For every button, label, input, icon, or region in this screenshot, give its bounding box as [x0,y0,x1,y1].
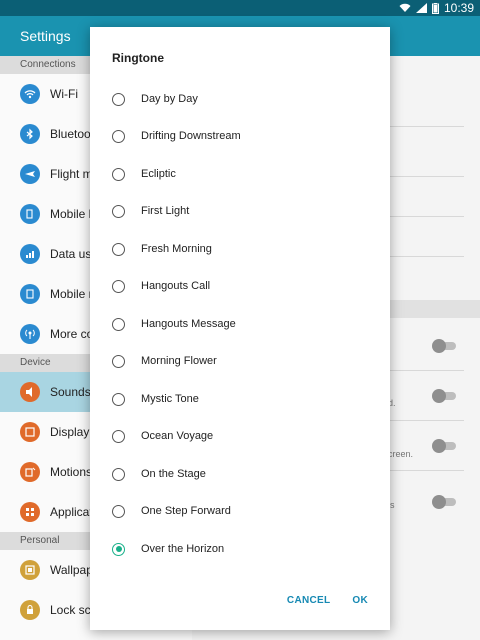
cancel-button[interactable]: CANCEL [287,595,330,606]
ringtone-option-label: Day by Day [141,93,198,105]
ringtone-option[interactable]: Day by Day [112,84,372,114]
radio-button[interactable] [112,204,125,218]
settings-item-label: Motions [50,465,93,479]
ringtone-option-label: Hangouts Call [141,280,211,292]
app-title: Settings [20,28,71,44]
more-connections-icon [20,324,40,344]
ringtone-option-label: One Step Forward [141,505,231,517]
settings-item-label: Wi-Fi [50,87,78,101]
radio-button[interactable] [112,279,125,293]
battery-icon [431,2,439,14]
ringtone-option[interactable]: Morning Flower [112,346,372,376]
ringtone-option-selected[interactable]: Over the Horizon [112,534,372,564]
settings-item-label: Flight m [50,167,93,181]
settings-item-label: More co [50,327,94,341]
ringtone-option[interactable]: On the Stage [112,459,372,489]
ringtone-option-label: Morning Flower [141,355,217,367]
radio-button[interactable] [112,467,125,481]
wifi-icon [20,84,40,104]
settings-item-label: Lock scr [50,603,95,617]
ringtone-option-label: Ocean Voyage [141,430,214,442]
lock-icon [20,600,40,620]
toggle-switch[interactable] [432,495,456,509]
dialog-title: Ringtone [112,51,164,65]
ringtone-option-label: Hangouts Message [141,318,236,330]
radio-button[interactable] [112,504,125,518]
settings-item-label: Display [50,425,90,439]
settings-item-label: Mobile h [50,207,96,221]
toggle-switch[interactable] [432,439,456,453]
toggle-switch[interactable] [432,339,456,353]
mobile-networks-icon [20,284,40,304]
ringtone-option[interactable]: Drifting Downstream [112,121,372,151]
radio-button-selected[interactable] [112,542,125,556]
ringtone-option[interactable]: Fresh Morning [112,234,372,264]
airplane-icon [20,164,40,184]
motions-icon [20,462,40,482]
ringtone-option[interactable]: Mystic Tone [112,384,372,414]
clock: 10:39 [443,1,474,15]
radio-button[interactable] [112,92,125,106]
cell-signal-icon [415,3,427,13]
ringtone-option-label: First Light [141,205,190,217]
ringtone-option[interactable]: One Step Forward [112,496,372,526]
settings-item-label: Sounds [50,385,91,399]
settings-item-label: Applicat [50,505,93,519]
ringtone-option-label: Mystic Tone [141,393,199,405]
toggle-switch[interactable] [432,389,456,403]
dialog-actions: CANCEL OK [287,595,368,606]
wallpaper-icon [20,560,40,580]
radio-button[interactable] [112,317,125,331]
display-icon [20,422,40,442]
ringtone-option[interactable]: Hangouts Call [112,271,372,301]
hotspot-icon [20,204,40,224]
ringtone-option[interactable]: Ecliptic [112,159,372,189]
setting-description: creen. [388,449,414,459]
ringtone-option-label: Over the Horizon [141,543,225,555]
ringtone-option-label: Drifting Downstream [141,130,241,142]
ringtone-option[interactable]: First Light [112,196,372,226]
ringtone-option[interactable]: Hangouts Message [112,309,372,339]
ringtone-dialog: Ringtone Day by Day Drifting Downstream … [90,27,390,630]
applications-icon [20,502,40,522]
wifi-signal-icon [399,3,411,13]
ringtone-option-label: On the Stage [141,468,206,480]
data-usage-icon [20,244,40,264]
radio-button[interactable] [112,354,125,368]
bluetooth-icon [20,124,40,144]
ringtone-option-label: Fresh Morning [141,243,212,255]
radio-button[interactable] [112,242,125,256]
settings-item-label: Mobile n [50,287,96,301]
settings-item-label: Bluetoot [50,127,95,141]
status-bar: 10:39 [0,0,480,16]
ringtone-option[interactable]: Ocean Voyage [112,421,372,451]
ok-button[interactable]: OK [352,595,368,606]
radio-button[interactable] [112,167,125,181]
radio-button[interactable] [112,129,125,143]
radio-button[interactable] [112,429,125,443]
ringtone-option-label: Ecliptic [141,168,176,180]
settings-item-label: Wallpap [50,563,93,577]
sound-icon [20,382,40,402]
radio-button[interactable] [112,392,125,406]
